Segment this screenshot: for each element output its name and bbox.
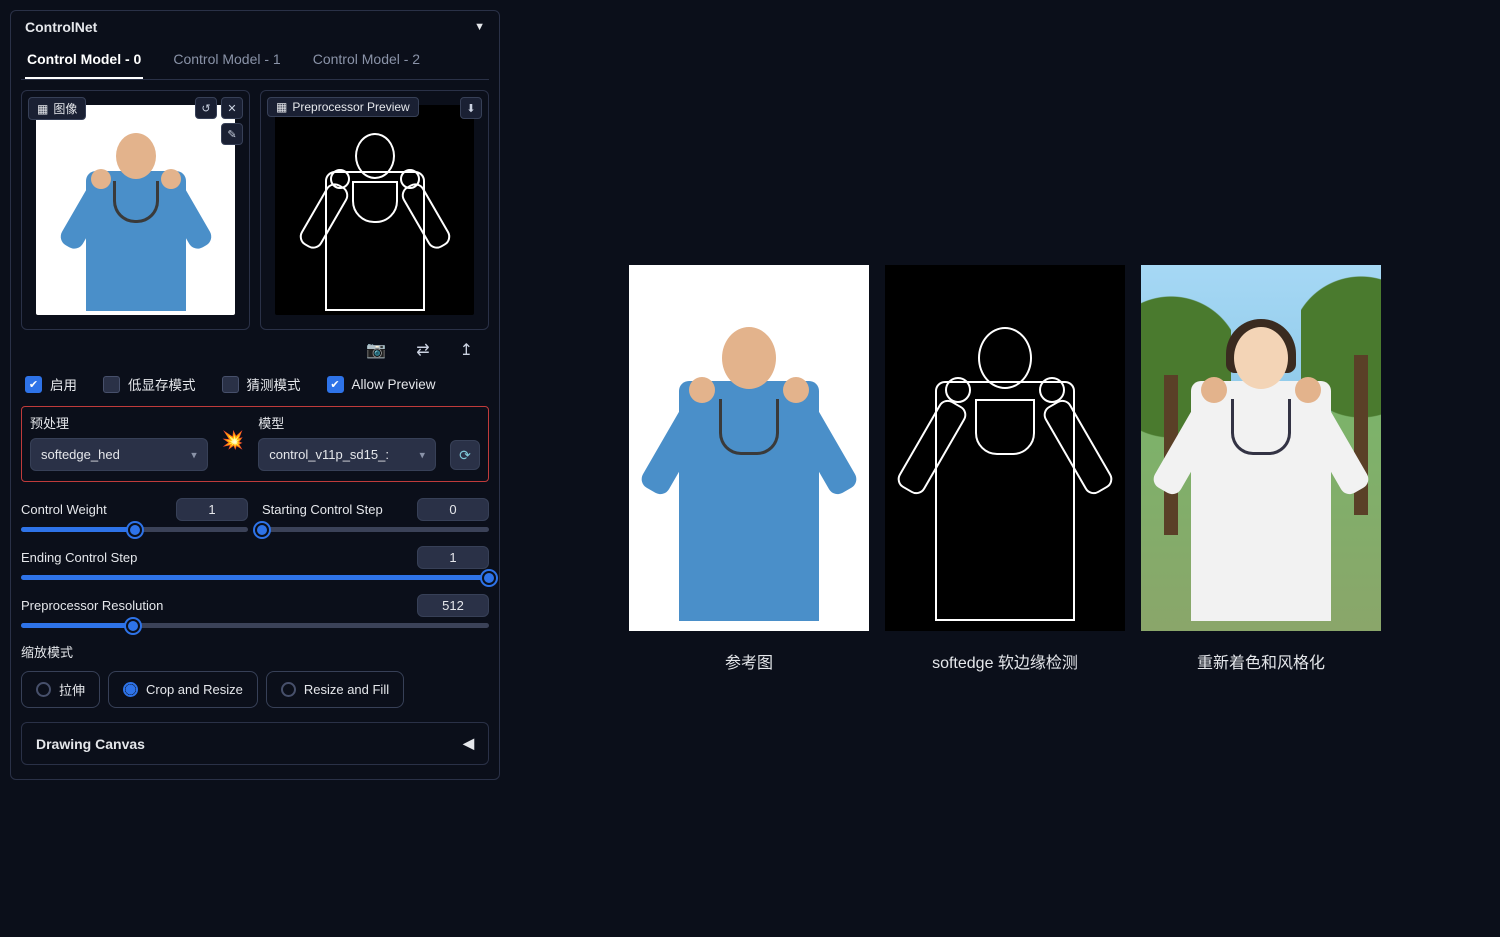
preprocessor-resolution-slider[interactable]: Preprocessor Resolution 512 [21, 594, 489, 628]
refresh-models-icon[interactable]: ⟳ [450, 440, 480, 470]
resize-option-label: Crop and Resize [146, 682, 243, 697]
lowvram-label: 低显存模式 [128, 374, 196, 394]
resize-option-fill[interactable]: Resize and Fill [266, 671, 404, 708]
resolution-value[interactable]: 512 [417, 594, 489, 617]
radio-checked-icon [123, 682, 138, 697]
tab-control-model-1[interactable]: Control Model - 1 [171, 41, 282, 79]
resolution-label: Preprocessor Resolution [21, 598, 163, 613]
control-weight-slider[interactable]: Control Weight 1 [21, 498, 248, 532]
result-gallery: 参考图 softedge 软边缘检测 [510, 0, 1500, 937]
enable-label: 启用 [50, 374, 77, 394]
lowvram-checkbox[interactable]: 低显存模式 [103, 374, 196, 394]
gallery-styled-image [1141, 265, 1381, 631]
preview-badge: ▦ Preprocessor Preview [267, 97, 419, 117]
download-icon[interactable]: ⬇ [460, 97, 482, 119]
resize-option-stretch[interactable]: 拉伸 [21, 671, 100, 708]
allow-preview-label: Allow Preview [352, 377, 436, 392]
enable-checkbox[interactable]: ✔ 启用 [25, 374, 77, 394]
starting-step-value[interactable]: 0 [417, 498, 489, 521]
undo-icon[interactable]: ↺ [195, 97, 217, 119]
preprocessor-label: 预处理 [30, 413, 208, 432]
ending-step-label: Ending Control Step [21, 550, 137, 565]
controlnet-panel: ControlNet ▼ Control Model - 0 Control M… [10, 10, 500, 780]
gallery-reference-image [629, 265, 869, 631]
ending-step-slider[interactable]: Ending Control Step 1 [21, 546, 489, 580]
model-label: 模型 [258, 413, 436, 432]
close-icon[interactable]: ✕ [221, 97, 243, 119]
ending-step-value[interactable]: 1 [417, 546, 489, 569]
gallery-reference-caption: 参考图 [725, 649, 773, 673]
checkbox-icon [222, 376, 239, 393]
panel-title: ControlNet [25, 19, 97, 35]
input-image-box[interactable]: ▦ 图像 ↺ ✕ ✎ [21, 90, 250, 330]
image-icon: ▦ [37, 102, 48, 116]
drawing-canvas-accordion[interactable]: Drawing Canvas ◀ [21, 722, 489, 765]
checkbox-checked-icon: ✔ [327, 376, 344, 393]
edit-brush-icon[interactable]: ✎ [221, 123, 243, 145]
input-image-badge: ▦ 图像 [28, 97, 86, 120]
swap-icon[interactable]: ⇄ [416, 340, 429, 360]
image-action-row: 📷 ⇄ ↥ [21, 330, 489, 364]
control-weight-label: Control Weight [21, 502, 107, 517]
image-icon: ▦ [276, 100, 287, 114]
checkbox-checked-icon: ✔ [25, 376, 42, 393]
starting-step-label: Starting Control Step [262, 502, 383, 517]
resize-mode-label: 缩放模式 [21, 642, 489, 661]
preview-label: Preprocessor Preview [292, 100, 409, 114]
resize-option-label: Resize and Fill [304, 682, 389, 697]
control-weight-value[interactable]: 1 [176, 498, 248, 521]
gallery-edge-caption: softedge 软边缘检测 [932, 649, 1078, 673]
gallery-edge-image [885, 265, 1125, 631]
radio-icon [36, 682, 51, 697]
checkbox-icon [103, 376, 120, 393]
radio-icon [281, 682, 296, 697]
run-preprocessor-icon[interactable]: 💥 [222, 430, 244, 455]
panel-header[interactable]: ControlNet ▼ [21, 19, 489, 41]
guess-checkbox[interactable]: 猜测模式 [222, 374, 301, 394]
checkbox-row: ✔ 启用 低显存模式 猜测模式 ✔ Allow Preview [21, 364, 489, 406]
resize-option-crop[interactable]: Crop and Resize [108, 671, 258, 708]
allow-preview-checkbox[interactable]: ✔ Allow Preview [327, 376, 436, 393]
resize-option-label: 拉伸 [59, 680, 85, 699]
webcam-icon[interactable]: 📷 [366, 340, 386, 360]
resize-mode-group: 拉伸 Crop and Resize Resize and Fill [21, 671, 489, 708]
input-image-label: 图像 [53, 100, 77, 117]
gallery-styled-caption: 重新着色和风格化 [1197, 649, 1325, 673]
guess-label: 猜测模式 [247, 374, 301, 394]
tab-control-model-0[interactable]: Control Model - 0 [25, 41, 143, 79]
drawing-canvas-label: Drawing Canvas [36, 736, 145, 752]
model-select[interactable]: control_v11p_sd15_: [258, 438, 436, 471]
preprocessor-preview-box[interactable]: ▦ Preprocessor Preview ⬇ [260, 90, 489, 330]
accordion-caret-icon: ◀ [463, 735, 474, 752]
collapse-caret-icon[interactable]: ▼ [474, 21, 485, 33]
starting-step-slider[interactable]: Starting Control Step 0 [262, 498, 489, 532]
preprocessor-model-group: 预处理 softedge_hed 💥 模型 control_v11p_sd15_… [21, 406, 489, 482]
send-up-icon[interactable]: ↥ [460, 340, 473, 360]
tab-control-model-2[interactable]: Control Model - 2 [311, 41, 422, 79]
model-tabs: Control Model - 0 Control Model - 1 Cont… [21, 41, 489, 80]
preprocessor-select[interactable]: softedge_hed [30, 438, 208, 471]
